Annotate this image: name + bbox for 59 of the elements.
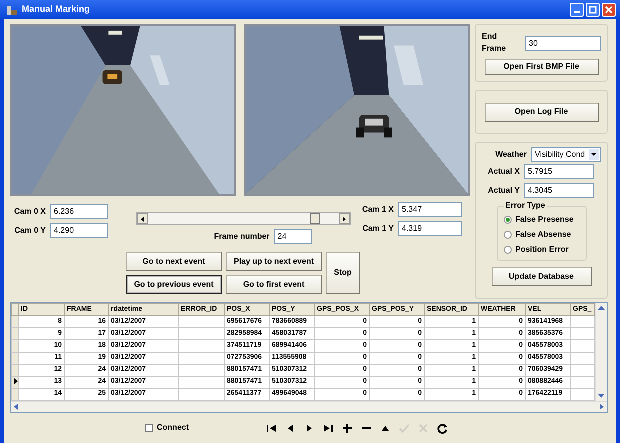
radio-button[interactable] [504, 216, 512, 224]
dropdown-value: Visibility Cond [535, 149, 586, 161]
connect-checkbox[interactable] [145, 424, 153, 432]
error-type-legend: Error Type [504, 200, 548, 212]
event-button[interactable]: Go to previous event [126, 275, 222, 294]
actual-coordinate-label: Actual Y [487, 184, 520, 196]
event-button[interactable]: Play up to next event [226, 252, 322, 271]
radio-button[interactable] [504, 231, 512, 239]
skip-first-icon [267, 424, 276, 432]
refresh-icon [437, 422, 448, 434]
frame-number-field[interactable]: 24 [274, 229, 312, 244]
previous-icon [288, 424, 293, 432]
radio-label: False Presense [516, 214, 574, 226]
camera-coordinate-label: Cam 0 X [13, 206, 46, 218]
stop-button[interactable]: Stop [326, 252, 360, 294]
x-icon [419, 424, 428, 432]
weather-dropdown[interactable]: Visibility Cond [531, 147, 601, 162]
camera-coordinate-field[interactable]: 5.347 [398, 202, 462, 217]
open-bmp-button[interactable]: Open First BMP File [484, 59, 598, 75]
radio-label: Position Error [516, 244, 569, 256]
window-title: Manual Marking [22, 2, 90, 16]
frame-slider[interactable] [136, 212, 350, 225]
radio-label: False Absense [516, 229, 572, 241]
end-frame-field[interactable]: 30 [525, 36, 601, 50]
radio-button[interactable] [504, 246, 512, 254]
frame-number-label: Frame number [214, 230, 270, 242]
maximize-button[interactable] [586, 2, 600, 16]
horizontal-scrollbar[interactable] [11, 401, 607, 412]
actual-coordinate-label: Actual X [486, 166, 520, 178]
vertical-scrollbar[interactable] [595, 303, 607, 401]
camera-coordinate-label: Cam 1 X [361, 204, 394, 216]
event-button[interactable]: Go to next event [126, 252, 222, 271]
skip-last-icon [324, 424, 333, 432]
close-button[interactable] [602, 2, 616, 16]
actual-coordinate-field[interactable]: 5.7915 [524, 164, 594, 179]
camera-coordinate-field[interactable]: 6.236 [50, 204, 108, 219]
camera-coordinate-field[interactable]: 4.290 [50, 223, 108, 238]
app-icon [6, 4, 18, 16]
maximize-icon [589, 6, 597, 14]
weather-label: Weather [496, 148, 527, 160]
connect-label: Connect [157, 422, 189, 434]
open-log-button[interactable]: Open Log File [484, 102, 598, 122]
end-frame-label: End Frame [482, 31, 508, 55]
actual-coordinate-field[interactable]: 4.3045 [524, 183, 594, 198]
next-icon [307, 424, 312, 432]
slider-thumb[interactable] [310, 213, 320, 224]
check-icon [399, 424, 410, 432]
update-database-button[interactable]: Update Database [492, 267, 592, 286]
camera-coordinate-field[interactable]: 4.319 [398, 221, 462, 236]
up-triangle-icon [382, 426, 389, 430]
camera-coordinate-label: Cam 1 Y [362, 222, 394, 234]
event-button[interactable]: Go to first event [226, 275, 322, 294]
close-icon [605, 6, 613, 14]
camera-coordinate-label: Cam 0 Y [14, 224, 46, 236]
current-row-icon [14, 378, 18, 385]
minimize-button[interactable] [570, 2, 584, 16]
minus-icon [362, 427, 371, 429]
header-corner [12, 304, 18, 316]
plus-icon [343, 424, 352, 432]
